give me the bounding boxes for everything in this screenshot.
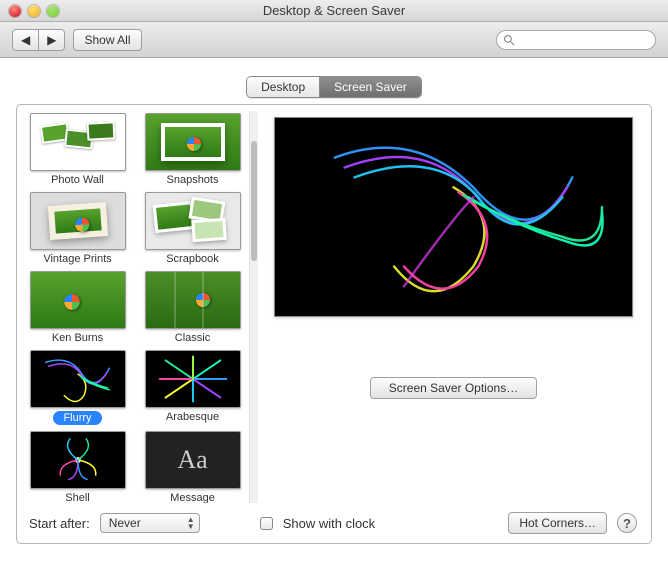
tab-label: Desktop (261, 80, 305, 94)
screensaver-item-label: Shell (65, 492, 89, 503)
screensaver-item[interactable]: Vintage Prints (25, 192, 130, 265)
tab-screen-saver[interactable]: Screen Saver (320, 77, 421, 97)
screensaver-item[interactable]: Classic (140, 271, 245, 344)
nav-segment: ◀ ▶ (12, 29, 65, 51)
screensaver-item-label: Photo Wall (51, 174, 104, 186)
help-icon: ? (623, 516, 631, 531)
tab-desktop[interactable]: Desktop (247, 77, 320, 97)
chevron-right-icon: ▶ (47, 33, 56, 47)
search-input[interactable] (519, 33, 668, 47)
button-label: Hot Corners… (519, 516, 596, 530)
screensaver-item[interactable]: Ken Burns (25, 271, 130, 344)
toolbar: ◀ ▶ Show All (0, 22, 668, 58)
screensaver-options-button[interactable]: Screen Saver Options… (370, 377, 537, 399)
screensaver-item[interactable]: Photo Wall (25, 113, 130, 186)
screensaver-item-label: Arabesque (166, 411, 219, 423)
scrollbar-thumb[interactable] (251, 141, 257, 261)
start-after-select[interactable]: Never ▲▼ (100, 513, 200, 533)
screensaver-item[interactable]: Arabesque (140, 350, 245, 425)
tab-label: Screen Saver (334, 80, 407, 94)
flurry-preview-icon (275, 118, 632, 316)
screensaver-item-label: Ken Burns (52, 332, 103, 344)
bottom-controls: Start after: Never ▲▼ Show with clock Ho… (23, 503, 643, 543)
show-with-clock-checkbox[interactable] (260, 517, 273, 530)
back-button[interactable]: ◀ (12, 29, 39, 51)
prefs-panel: Photo Wall Snapshots Vintage Prints Scrapbo… (16, 104, 652, 544)
help-button[interactable]: ? (617, 513, 637, 533)
screensaver-gallery[interactable]: Photo Wall Snapshots Vintage Prints Scrapbo… (23, 111, 249, 503)
screensaver-item-label: Message (170, 492, 215, 503)
screensaver-item-label: Flurry (53, 411, 101, 425)
chevron-left-icon: ◀ (21, 33, 30, 47)
screensaver-item[interactable]: Scrapbook (140, 192, 245, 265)
hot-corners-button[interactable]: Hot Corners… (508, 512, 607, 534)
chevron-updown-icon: ▲▼ (187, 516, 195, 530)
screensaver-item-label: Classic (175, 332, 210, 344)
search-field[interactable] (496, 30, 656, 50)
titlebar: Desktop & Screen Saver (0, 0, 668, 22)
gallery-scrollbar[interactable] (249, 111, 258, 503)
screensaver-item[interactable]: Snapshots (140, 113, 245, 186)
screensaver-item[interactable]: AaMessage (140, 431, 245, 503)
screensaver-item-label: Scrapbook (166, 253, 219, 265)
screensaver-item[interactable]: Flurry (25, 350, 130, 425)
screensaver-item[interactable]: Shell (25, 431, 130, 503)
show-all-label: Show All (84, 33, 130, 47)
start-after-label: Start after: (29, 516, 90, 531)
screensaver-item-label: Vintage Prints (43, 253, 111, 265)
button-label: Screen Saver Options… (389, 381, 518, 395)
tab-bar: Desktop Screen Saver (246, 76, 422, 98)
show-with-clock-label: Show with clock (283, 516, 375, 531)
search-icon (503, 34, 515, 46)
forward-button[interactable]: ▶ (39, 29, 65, 51)
window-title: Desktop & Screen Saver (0, 3, 668, 18)
show-all-button[interactable]: Show All (73, 29, 141, 51)
screensaver-item-label: Snapshots (167, 174, 219, 186)
select-value: Never (109, 516, 141, 530)
screensaver-preview (274, 117, 633, 317)
